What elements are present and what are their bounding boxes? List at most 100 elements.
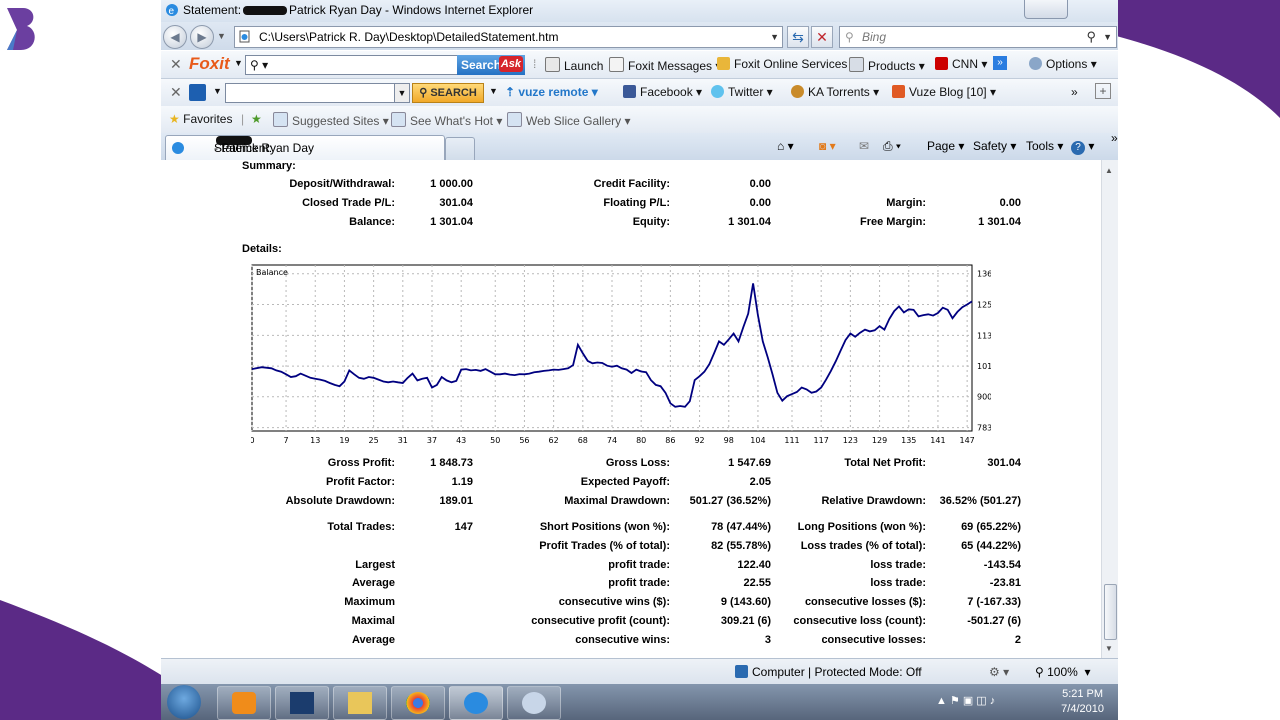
vuze-search-dropdown[interactable]: ▼	[394, 83, 410, 103]
foxit-online-services-button[interactable]: Foxit Online Services	[717, 57, 847, 71]
close-toolbar-icon[interactable]: ✕	[170, 84, 182, 101]
options-button[interactable]: Options ▾	[1029, 57, 1097, 71]
add-icon[interactable]: +	[1095, 83, 1111, 99]
minimize-button[interactable]	[1024, 0, 1068, 19]
ka-torrents-button[interactable]: KA Torrents ▾	[791, 85, 879, 99]
web-slice-gallery-button[interactable]: Web Slice Gallery ▾	[507, 112, 631, 128]
title-bar: e Statement: Patrick Ryan Day - Windows I…	[161, 0, 1118, 22]
stat-value: 501.27 (36.52%)	[689, 495, 771, 507]
back-button[interactable]: ◀	[163, 25, 187, 49]
mail-icon[interactable]: ✉	[859, 139, 869, 153]
scroll-thumb[interactable]	[1104, 584, 1117, 640]
chevron-down-icon[interactable]: ▼	[770, 27, 779, 47]
security-zone[interactable]: Computer | Protected Mode: Off	[735, 665, 922, 679]
address-bar[interactable]: C:\Users\Patrick R. Day\Desktop\Detailed…	[234, 26, 783, 48]
more-chevron-icon[interactable]: »	[993, 56, 1007, 70]
see-whats-hot-button[interactable]: See What's Hot ▾	[391, 112, 502, 128]
stat-label: consecutive profit (count):	[531, 615, 670, 627]
favorites-bar: ★ Favorites | ★ Suggested Sites ▾ See Wh…	[161, 106, 1118, 134]
x-tick-label: 62	[549, 436, 559, 444]
start-button[interactable]	[167, 685, 201, 719]
stop-button[interactable]: ✕	[811, 26, 833, 48]
stat-label: Free Margin:	[859, 216, 926, 228]
stat-label: Relative Drawdown:	[821, 495, 926, 507]
x-tick-label: 147	[959, 436, 974, 444]
foxit-logo[interactable]: Foxit	[189, 54, 230, 74]
vuze-search-button[interactable]: ⚲ SEARCH	[412, 83, 484, 103]
clock-date: 7/4/2010	[1061, 703, 1104, 715]
cnn-button[interactable]: CNN ▾	[935, 57, 987, 71]
stat-value: 9 (143.60)	[720, 596, 771, 609]
svg-text:e: e	[169, 6, 175, 17]
safety-menu[interactable]: Safety ▾	[973, 139, 1016, 153]
chevron-down-icon[interactable]: ▼	[1103, 27, 1112, 47]
stat-label: consecutive wins:	[575, 633, 670, 646]
search-box[interactable]: ⚲ Bing ⚲ ▼	[839, 26, 1117, 48]
more-chevron-icon[interactable]: »	[1111, 131, 1118, 145]
search-icon[interactable]: ⚲	[1086, 27, 1096, 47]
vuze-blog-button[interactable]: Vuze Blog [10] ▾	[892, 85, 996, 99]
taskbar-chart-app[interactable]	[275, 686, 329, 720]
star-icon: ★	[169, 112, 180, 126]
taskbar-internet-explorer[interactable]	[449, 686, 503, 720]
more-chevron-icon[interactable]: »	[1071, 85, 1078, 99]
foxit-messages-button[interactable]: Foxit Messages ▾	[609, 57, 721, 73]
forward-button[interactable]: ▶	[190, 25, 214, 49]
taskbar-chrome[interactable]	[391, 686, 445, 720]
stat-label: consecutive loss (count):	[793, 615, 926, 627]
ask-badge: Ask	[498, 56, 523, 72]
twitter-button[interactable]: Twitter ▾	[711, 85, 773, 99]
close-toolbar-icon[interactable]: ✕	[170, 56, 182, 73]
zone-settings-icon[interactable]: ⚙ ▾	[989, 665, 1009, 679]
tray-icons[interactable]: ▲ ⚑ ▣ ◫ ♪	[936, 694, 995, 707]
x-tick-label: 92	[694, 436, 704, 444]
foxit-search-input[interactable]: ⚲ ▾	[245, 55, 459, 75]
suggested-sites-button[interactable]: Suggested Sites ▾	[273, 112, 389, 128]
scroll-up-icon[interactable]: ▲	[1105, 166, 1113, 175]
print-button[interactable]: ⎙ ▾	[883, 139, 901, 154]
web-slice-icon	[507, 112, 522, 127]
facebook-button[interactable]: Facebook ▾	[623, 85, 702, 99]
scroll-down-icon[interactable]: ▼	[1105, 644, 1113, 653]
search-ask-button[interactable]: Search Ask	[457, 55, 525, 75]
vuze-toolbar: ✕ ▼ ▼ ⚲ SEARCH ▼ ⇡ vuze remote ▾ Faceboo…	[161, 79, 1118, 107]
facebook-icon	[623, 85, 636, 98]
vuze-remote-button[interactable]: ⇡ vuze remote ▾	[505, 85, 598, 99]
recent-pages-dropdown-icon[interactable]: ▼	[217, 31, 226, 41]
home-button[interactable]: ⌂ ▾	[777, 139, 794, 153]
help-button[interactable]: ? ▾	[1071, 139, 1094, 155]
taskbar-media-player[interactable]	[217, 686, 271, 720]
chevron-down-icon[interactable]: ▼	[234, 58, 243, 68]
favorites-button[interactable]: ★ Favorites	[169, 112, 232, 126]
new-tab-button[interactable]	[445, 137, 475, 160]
folder-icon	[348, 692, 372, 714]
add-favorites-icon[interactable]: ★	[251, 112, 262, 126]
stat-value: 301.04	[439, 197, 473, 209]
feeds-button[interactable]: ◙ ▾	[819, 139, 836, 153]
stat-value: 1 848.73	[430, 457, 473, 469]
stat-label: Maximal Drawdown:	[564, 495, 670, 507]
page-menu[interactable]: Page ▾	[927, 139, 964, 153]
chevron-down-icon[interactable]: ▼	[213, 86, 222, 96]
vuze-logo-icon[interactable]	[189, 84, 206, 101]
chevron-down-icon[interactable]: ▼	[489, 86, 498, 96]
products-button[interactable]: Products ▾	[849, 57, 925, 73]
taskbar-explorer[interactable]	[333, 686, 387, 720]
x-tick-label: 117	[814, 436, 829, 444]
ie-icon: e	[166, 4, 178, 17]
stat-label: Long Positions (won %):	[797, 521, 926, 533]
gear-icon	[1029, 57, 1042, 70]
tab-statement[interactable]: Statement: - Patrick Ryan Day	[165, 135, 445, 160]
stat-label: Short Positions (won %):	[539, 521, 670, 533]
services-icon	[717, 57, 730, 70]
vertical-scrollbar[interactable]: ▲ ▼	[1101, 160, 1118, 658]
vuze-search-input[interactable]	[225, 83, 397, 103]
refresh-button[interactable]: ⇆	[787, 26, 809, 48]
clock[interactable]: 5:21 PM 7/4/2010	[1061, 687, 1104, 717]
page-content: Summary: Deposit/Withdrawal: 1 000.00 Cred…	[161, 160, 1101, 658]
page-icon	[239, 30, 250, 43]
tools-menu[interactable]: Tools ▾	[1026, 139, 1063, 153]
zoom-control[interactable]: ⚲ 100% ▾	[1035, 665, 1091, 679]
launch-button[interactable]: Launch	[545, 57, 603, 73]
taskbar-paint[interactable]	[507, 686, 561, 720]
